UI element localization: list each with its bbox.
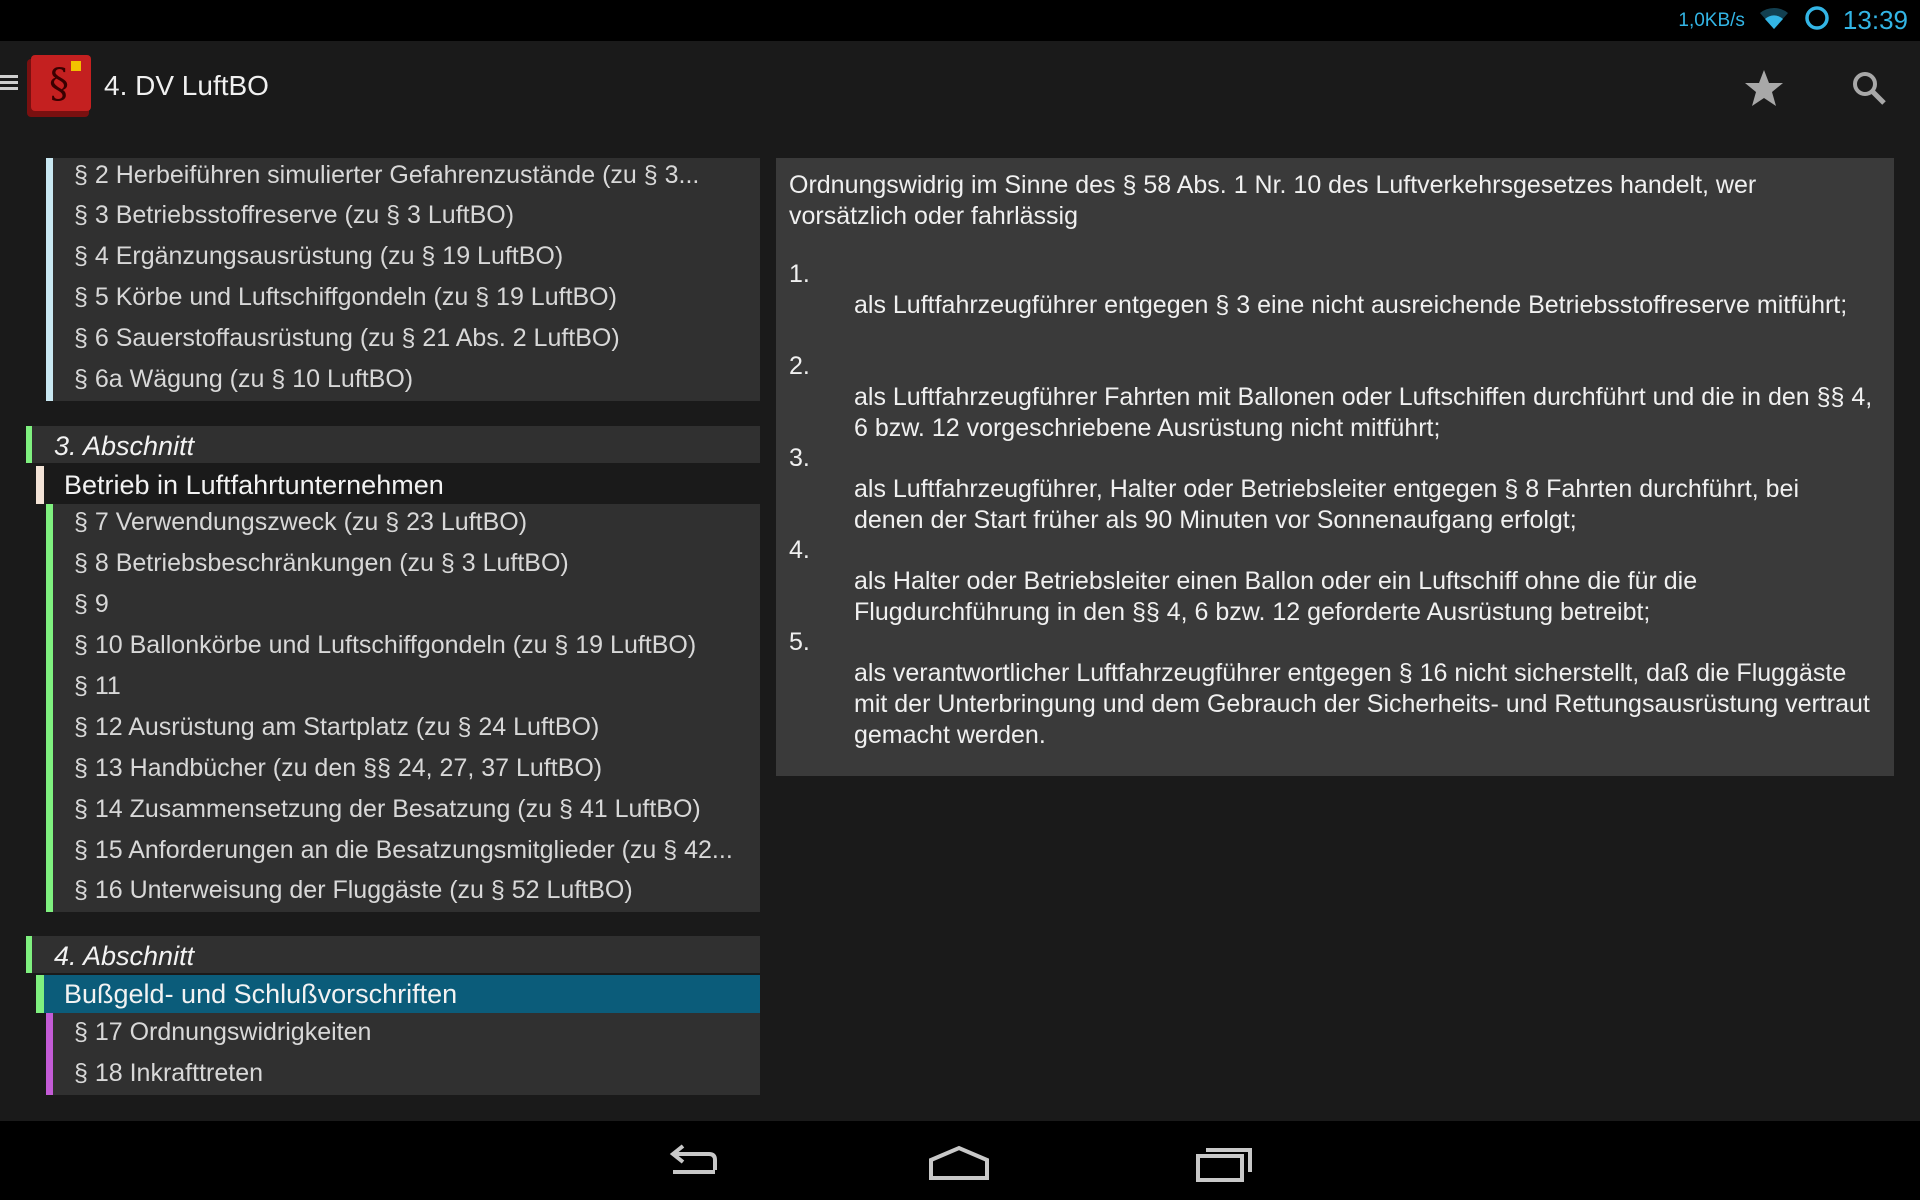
clause-number: 4. bbox=[789, 536, 810, 564]
group-color-bar bbox=[46, 1013, 53, 1095]
section-header[interactable]: 3. Abschnitt bbox=[26, 426, 760, 463]
network-speed: 1,0KB/s bbox=[1678, 9, 1745, 31]
section-header[interactable]: 4. Abschnitt bbox=[26, 936, 760, 973]
group-color-bar bbox=[46, 158, 53, 401]
content-intro: Ordnungswidrig im Sinne des § 58 Abs. 1 … bbox=[789, 171, 1757, 230]
toc-item[interactable]: § 10 Ballonkörbe und Luftschiffgondeln (… bbox=[74, 628, 744, 662]
app-title: 4. DV LuftBO bbox=[104, 70, 269, 101]
recents-icon[interactable] bbox=[1184, 1138, 1264, 1188]
section-color-bar bbox=[26, 936, 32, 973]
star-icon[interactable] bbox=[1740, 64, 1788, 112]
section-title-bar bbox=[36, 466, 44, 504]
toc-item[interactable]: § 18 Inkrafttreten bbox=[74, 1056, 744, 1090]
section-title: Bußgeld- und Schlußvorschriften bbox=[64, 979, 458, 1009]
toc-item[interactable]: § 13 Handbücher (zu den §§ 24, 27, 37 Lu… bbox=[74, 751, 744, 785]
clause-number: 3. bbox=[789, 444, 810, 472]
section-label: 4. Abschnitt bbox=[54, 941, 195, 971]
svg-text:§: § bbox=[49, 61, 69, 107]
toc-item[interactable]: § 7 Verwendungszweck (zu § 23 LuftBO) bbox=[74, 505, 744, 539]
back-icon[interactable] bbox=[657, 1138, 737, 1188]
clause-text: als Halter oder Betriebsleiter einen Bal… bbox=[854, 567, 1698, 626]
toc-item[interactable]: § 2 Herbeiführen simulierter Gefahrenzus… bbox=[74, 158, 744, 192]
toc-item[interactable]: § 12 Ausrüstung am Startplatz (zu § 24 L… bbox=[74, 710, 744, 744]
clause-number: 2. bbox=[789, 352, 810, 380]
content-panel: Ordnungswidrig im Sinne des § 58 Abs. 1 … bbox=[776, 158, 1894, 776]
toc-item[interactable]: § 5 Körbe und Luftschiffgondeln (zu § 19… bbox=[74, 280, 744, 314]
clause-number: 5. bbox=[789, 628, 810, 656]
wifi-icon bbox=[1757, 5, 1791, 36]
home-icon[interactable] bbox=[919, 1138, 999, 1188]
clause-text: als verantwortlicher Luftfahrzeugführer … bbox=[854, 659, 1870, 749]
toc-item[interactable]: § 14 Zusammensetzung der Besatzung (zu §… bbox=[74, 792, 744, 826]
group-color-bar bbox=[46, 504, 53, 912]
toc-group-2: § 2 Herbeiführen simulierter Gefahrenzus… bbox=[46, 158, 760, 401]
toc-group-3: § 7 Verwendungszweck (zu § 23 LuftBO) § … bbox=[46, 504, 760, 912]
toc-item[interactable]: § 16 Unterweisung der Fluggäste (zu § 52… bbox=[74, 873, 744, 907]
toc-item[interactable]: § 9 bbox=[74, 587, 744, 621]
toc-item[interactable]: § 17 Ordnungswidrigkeiten bbox=[74, 1015, 744, 1049]
section-color-bar bbox=[26, 426, 32, 463]
section-title: Betrieb in Luftfahrtunternehmen bbox=[64, 470, 444, 500]
clause-text: als Luftfahrzeugführer, Halter oder Betr… bbox=[854, 475, 1800, 534]
sync-ring-icon bbox=[1803, 4, 1831, 37]
action-bar bbox=[0, 41, 1920, 136]
toc-item[interactable]: § 6 Sauerstoffausrüstung (zu § 21 Abs. 2… bbox=[74, 321, 744, 355]
toc-item[interactable]: § 15 Anforderungen an die Besatzungsmitg… bbox=[74, 833, 744, 867]
section-title-bar bbox=[36, 975, 44, 1013]
section-title-row-selected[interactable]: Bußgeld- und Schlußvorschriften bbox=[36, 975, 760, 1013]
clause-text: als Luftfahrzeugführer entgegen § 3 eine… bbox=[854, 291, 1848, 319]
search-icon[interactable] bbox=[1845, 64, 1893, 112]
clause-text: als Luftfahrzeugführer Fahrten mit Ballo… bbox=[854, 383, 1873, 442]
status-bar: 1,0KB/s 13:39 bbox=[0, 0, 1920, 41]
app-logo-icon[interactable]: § bbox=[25, 53, 93, 119]
menu-icon[interactable] bbox=[0, 72, 18, 96]
toc-group-4: § 17 Ordnungswidrigkeiten § 18 Inkrafttr… bbox=[46, 1013, 760, 1095]
toc-item[interactable]: § 11 bbox=[74, 669, 744, 703]
toc-item[interactable]: § 4 Ergänzungsausrüstung (zu § 19 LuftBO… bbox=[74, 239, 744, 273]
toc-item[interactable]: § 6a Wägung (zu § 10 LuftBO) bbox=[74, 362, 744, 396]
toc-item[interactable]: § 8 Betriebsbeschränkungen (zu § 3 LuftB… bbox=[74, 546, 744, 580]
clause-number: 1. bbox=[789, 260, 810, 288]
section-label: 3. Abschnitt bbox=[54, 431, 195, 461]
toc-item[interactable]: § 3 Betriebsstoffreserve (zu § 3 LuftBO) bbox=[74, 198, 744, 232]
section-title-row[interactable]: Betrieb in Luftfahrtunternehmen bbox=[36, 466, 760, 504]
clock: 13:39 bbox=[1842, 5, 1908, 35]
